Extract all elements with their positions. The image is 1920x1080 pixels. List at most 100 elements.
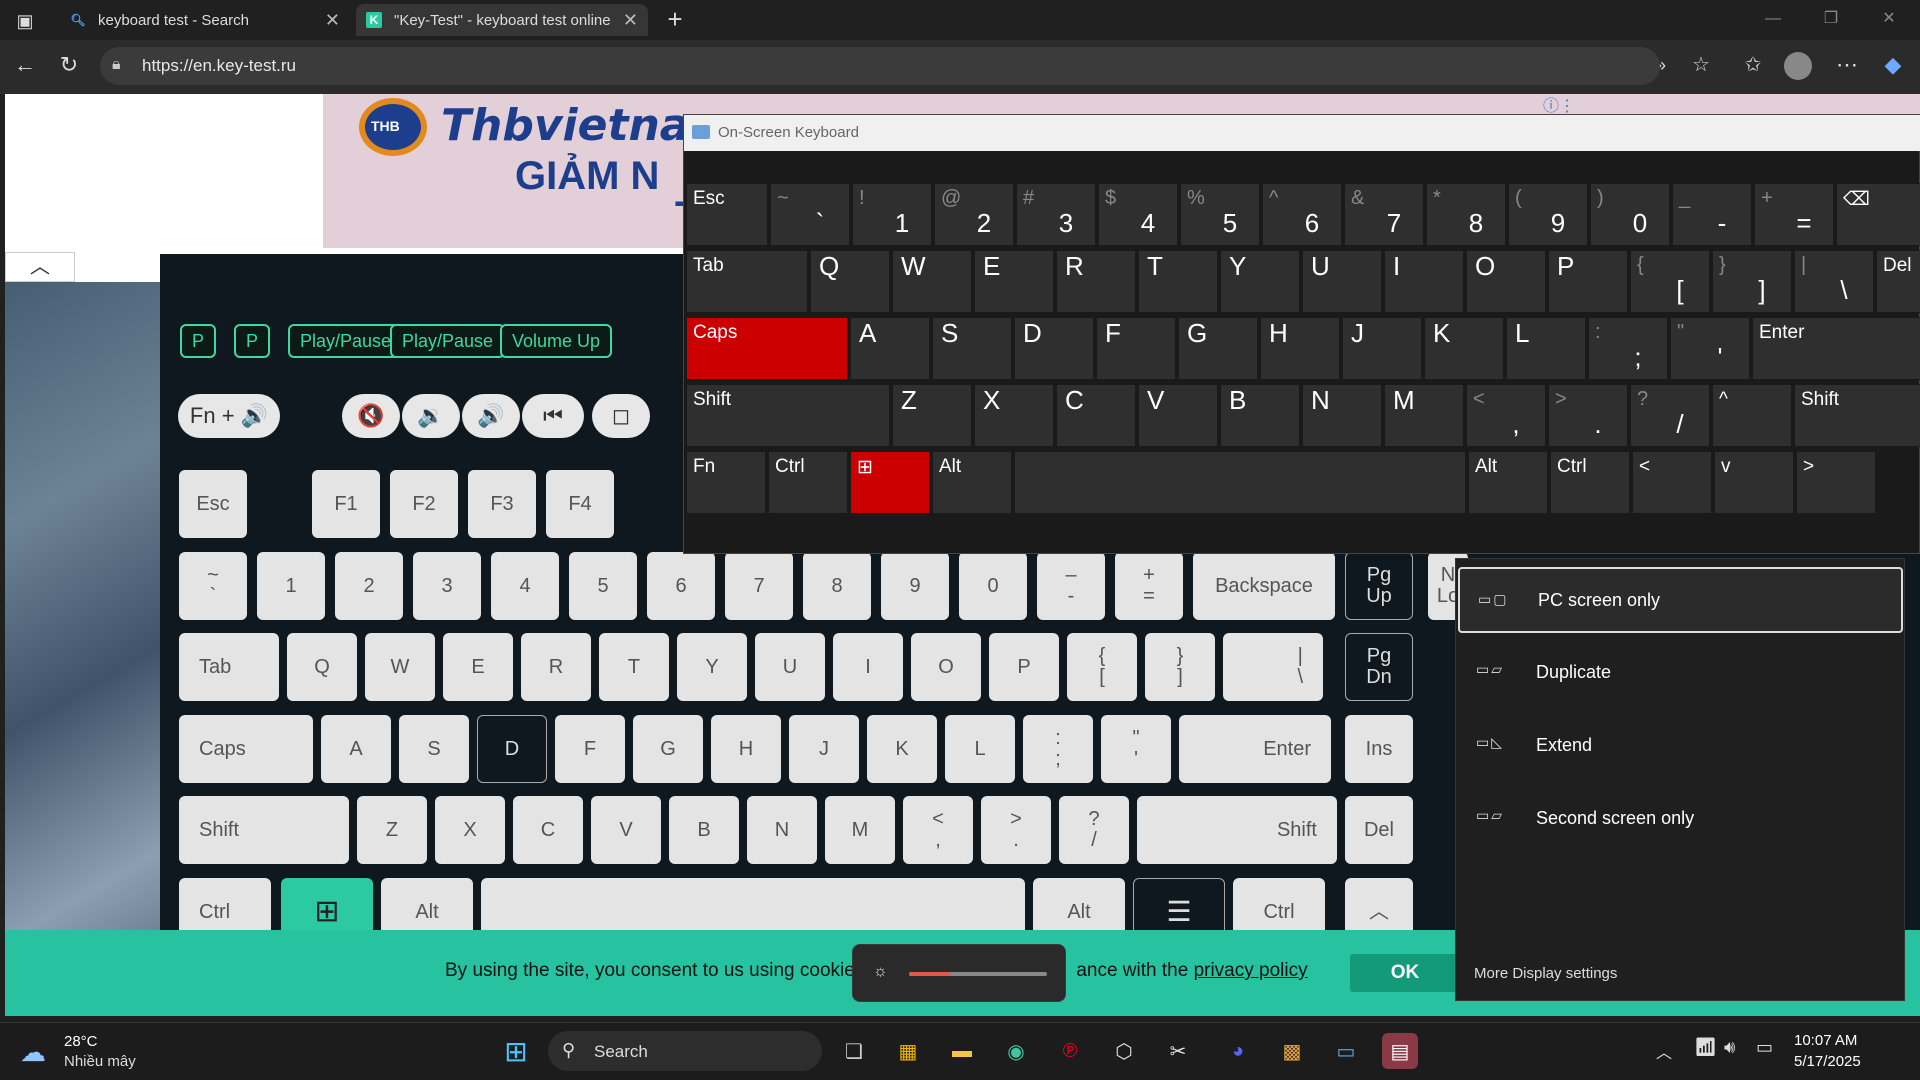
keyboard-key[interactable]: Q — [287, 633, 357, 701]
osk-key[interactable]: <, — [1466, 384, 1546, 447]
osk-key[interactable]: }] — [1712, 250, 1792, 313]
keyboard-key[interactable]: | \ — [1223, 633, 1323, 701]
osk-key[interactable]: N — [1302, 384, 1382, 447]
osk-key[interactable]: H — [1260, 317, 1340, 380]
osk-key[interactable]: ^ 6 — [1262, 183, 1342, 246]
more-display-settings-link[interactable]: More Display settings — [1474, 965, 1617, 982]
volume-icon[interactable]: 🔊︎ — [1724, 1037, 1735, 1058]
keyboard-key[interactable]: – - — [1037, 552, 1105, 620]
keyboard-key[interactable]: + = — [1115, 552, 1183, 620]
keyboard-key[interactable]: 5 — [569, 552, 637, 620]
osk-key[interactable]: G — [1178, 317, 1258, 380]
tab-search[interactable]: 🔍︎ keyboard test - Search ✕ — [60, 4, 350, 36]
keyboard-key[interactable]: Tab — [179, 633, 279, 701]
keyboard-key[interactable]: Z — [357, 796, 427, 864]
osk-key[interactable]: Caps — [686, 317, 848, 380]
osk-key[interactable]: #3 — [1016, 183, 1096, 246]
osk-key[interactable]: Tab — [686, 250, 808, 313]
osk-key[interactable]: Shift — [686, 384, 890, 447]
keyboard-key[interactable]: U — [755, 633, 825, 701]
osk-titlebar[interactable]: On-Screen Keyboard — [684, 115, 1920, 151]
keyboard-key[interactable]: 4 — [491, 552, 559, 620]
keyboard-key[interactable]: 0 — [959, 552, 1027, 620]
keyboard-key[interactable]: F3 — [468, 470, 536, 538]
paint-icon[interactable]: ▩ — [1274, 1033, 1310, 1069]
osk-key[interactable]: Alt — [932, 451, 1012, 514]
keyboard-key[interactable]: G — [633, 715, 703, 783]
favorites-icon[interactable]: ✩ — [1738, 50, 1768, 80]
osk-key[interactable]: M — [1384, 384, 1464, 447]
osk-key[interactable]: < — [1632, 451, 1712, 514]
project-option[interactable]: ▭▱ Second screen only — [1458, 785, 1903, 851]
osk-key[interactable]: L — [1506, 317, 1586, 380]
osk-key[interactable]: >. — [1548, 384, 1628, 447]
osk-key[interactable]: F — [1096, 317, 1176, 380]
keyboard-key[interactable]: F4 — [546, 470, 614, 538]
osk-key[interactable]: T — [1138, 250, 1218, 313]
keyboard-key[interactable]: F — [555, 715, 625, 783]
privacy-policy-link[interactable]: privacy policy — [1194, 960, 1308, 981]
keyboard-key[interactable]: N — [747, 796, 817, 864]
calculator-icon[interactable]: ▤ — [1382, 1033, 1418, 1069]
osk-key[interactable]: :; — [1588, 317, 1668, 380]
discord-icon[interactable]: ◕ — [1220, 1033, 1256, 1069]
keyboard-key[interactable]: > . — [981, 796, 1051, 864]
osk-key[interactable]: Ctrl — [768, 451, 848, 514]
keyboard-key[interactable]: O — [911, 633, 981, 701]
keyboard-key[interactable]: 9 — [881, 552, 949, 620]
osk-key[interactable]: Y — [1220, 250, 1300, 313]
osk-key[interactable]: A — [850, 317, 930, 380]
store-icon[interactable]: ▦ — [890, 1033, 926, 1069]
osk-key[interactable]: ⌫ — [1836, 183, 1920, 246]
restore-icon[interactable]: ❐ — [1816, 4, 1846, 34]
osk-key[interactable]: ^ — [1712, 384, 1792, 447]
keyboard-key[interactable]: 3 — [413, 552, 481, 620]
keyboard-key[interactable]: P — [989, 633, 1059, 701]
keyboard-key[interactable]: { [ — [1067, 633, 1137, 701]
keyboard-key[interactable]: T — [599, 633, 669, 701]
clock-time[interactable]: 10:07 AM — [1794, 1032, 1857, 1049]
back-icon[interactable]: ← — [10, 50, 40, 80]
keyboard-key[interactable]: K — [867, 715, 937, 783]
keyboard-key[interactable]: H — [711, 715, 781, 783]
keyboard-key[interactable]: 8 — [803, 552, 871, 620]
keyboard-key[interactable]: : ; — [1023, 715, 1093, 783]
osk-key[interactable]: S — [932, 317, 1012, 380]
osk-key[interactable]: J — [1342, 317, 1422, 380]
profile-avatar[interactable] — [1784, 52, 1812, 80]
sidebar-toggle-icon[interactable]: ▣ — [10, 6, 40, 36]
task-view-icon[interactable]: ❏ — [836, 1033, 872, 1069]
snipping-icon[interactable]: ✂ — [1160, 1033, 1196, 1069]
osk-key[interactable]: U — [1302, 250, 1382, 313]
keyboard-key[interactable]: Pg Up — [1345, 552, 1413, 620]
taskbar-search-box[interactable]: ⚲ Search — [548, 1031, 822, 1071]
keyboard-key[interactable]: E — [443, 633, 513, 701]
keyboard-key[interactable]: Shift — [1137, 796, 1337, 864]
osk-key[interactable]: E — [974, 250, 1054, 313]
edge-icon[interactable]: ◉ — [998, 1033, 1034, 1069]
keyboard-key[interactable]: Backspace — [1193, 552, 1335, 620]
ad-info-icon[interactable]: ⓘ⋮ — [1543, 94, 1575, 116]
keyboard-key[interactable]: 7 — [725, 552, 793, 620]
osk-key[interactable]: _ - — [1672, 183, 1752, 246]
osk-key[interactable]: Enter — [1752, 317, 1920, 380]
osk-key[interactable]: {[ — [1630, 250, 1710, 313]
keyboard-key[interactable]: Esc — [179, 470, 247, 538]
keyboard-key[interactable]: " ' — [1101, 715, 1171, 783]
keyboard-key[interactable]: F2 — [390, 470, 458, 538]
keyboard-key[interactable]: < , — [903, 796, 973, 864]
refresh-icon[interactable]: ↻ — [54, 50, 84, 80]
brightness-slider[interactable] — [909, 972, 1047, 976]
keyboard-key[interactable]: J — [789, 715, 859, 783]
close-window-icon[interactable]: ✕ — [1874, 4, 1904, 34]
osk-key[interactable]: | \ — [1794, 250, 1874, 313]
osk-key[interactable]: W — [892, 250, 972, 313]
osk-key[interactable]: Ctrl — [1550, 451, 1630, 514]
project-option[interactable]: ▭▱ Duplicate — [1458, 639, 1903, 705]
keyboard-key[interactable]: I — [833, 633, 903, 701]
osk-key[interactable]: Del — [1876, 250, 1920, 313]
show-hidden-icons-icon[interactable]: ︿ — [1656, 1039, 1672, 1063]
osk-key[interactable]: O — [1466, 250, 1546, 313]
file-explorer-icon[interactable]: ▬ — [944, 1033, 980, 1069]
osk-key[interactable]: ⊞ — [850, 451, 930, 514]
